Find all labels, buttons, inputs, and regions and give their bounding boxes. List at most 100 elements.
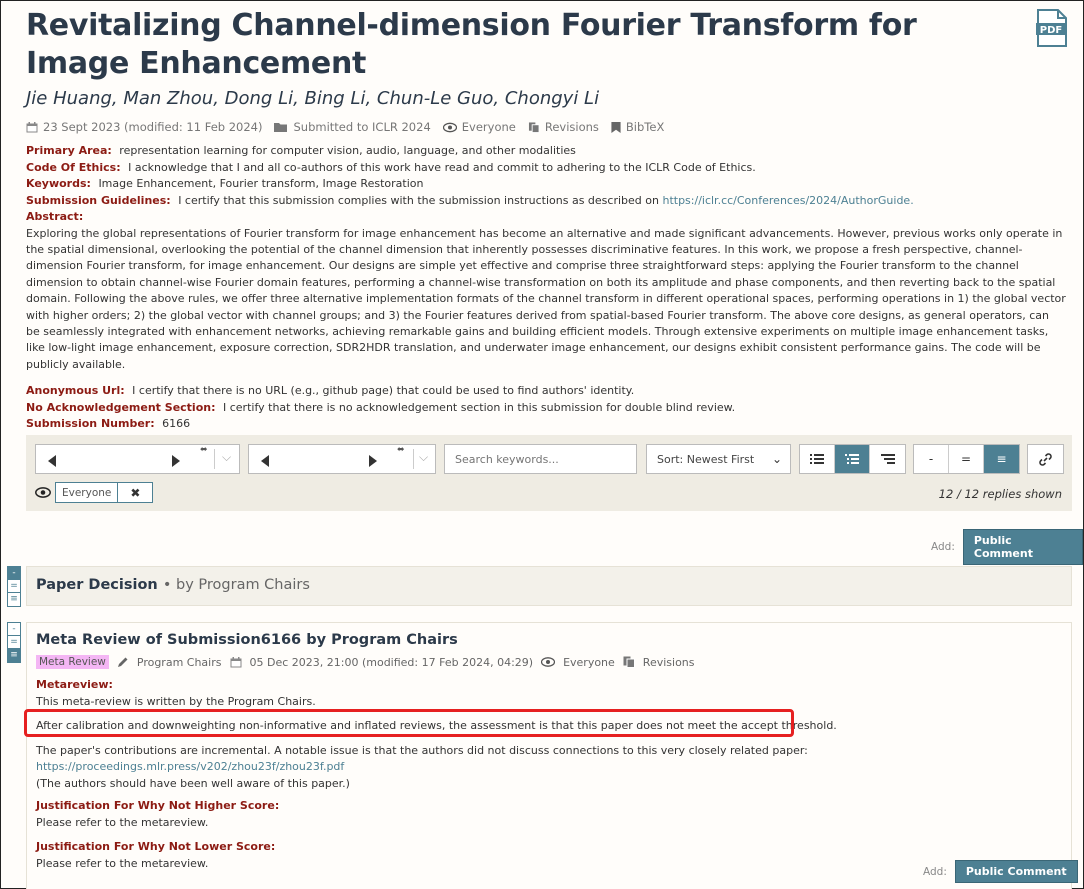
metareview-p4: (The authors should have been well aware… — [36, 776, 350, 790]
readers-chip-label: Everyone — [56, 483, 119, 502]
pencil-icon — [117, 657, 128, 667]
scroll-right-icon[interactable] — [369, 455, 377, 467]
field-keywords: Keywords: Image Enhancement, Fourier tra… — [26, 177, 424, 190]
remove-chip-icon[interactable]: ✖ — [118, 486, 152, 500]
folder-icon — [274, 122, 288, 132]
scroll-left-icon[interactable] — [48, 455, 56, 467]
chevron-down-icon: ⌄ — [771, 452, 782, 466]
chevron-down-icon[interactable]: ⌵ — [419, 450, 428, 465]
filter-bar: ⬌ ⌵ ⬌ ⌵ Sort: Newest First ⌄ — [26, 435, 1072, 511]
partial-expand-button[interactable]: = — [8, 636, 20, 649]
chevron-down-icon[interactable]: ⌵ — [222, 450, 231, 465]
lower-score-label: Justification For Why Not Lower Score: — [36, 840, 276, 853]
resize-icon: ⬌ — [200, 445, 208, 455]
threaded-view-button[interactable] — [835, 445, 870, 473]
meta-review-signature: Program Chairs — [136, 655, 222, 669]
pdf-icon[interactable]: PDF — [1036, 9, 1068, 47]
calendar-icon — [230, 656, 241, 667]
venue-meta: Submitted to ICLR 2024 — [274, 120, 431, 134]
replies-count: 12 / 12 replies shown — [938, 487, 1062, 501]
copy-link-group — [1027, 444, 1064, 474]
field-anonymous-url: Anonymous Url: I certify that there is n… — [26, 384, 635, 398]
date-meta: 23 Sept 2023 (modified: 11 Feb 2024) — [26, 120, 262, 134]
paper-title: Revitalizing Channel-dimension Fourier T… — [26, 8, 917, 81]
search-input[interactable] — [444, 444, 637, 474]
authors[interactable]: Jie Huang, Man Zhou, Dong Li, Bing Li, C… — [26, 88, 599, 109]
calendar-icon — [26, 121, 38, 132]
collapse-button[interactable]: - — [8, 623, 20, 636]
field-abstract-label: Abstract: — [26, 210, 84, 223]
collapse-button[interactable]: - — [914, 445, 949, 473]
add-label: Add: — [931, 541, 955, 553]
full-expand-button[interactable]: ≡ — [984, 445, 1019, 473]
meta-review-revisions-link[interactable]: Revisions — [643, 656, 695, 669]
metareview-label: Metareview: — [36, 678, 113, 691]
readers-filter-chip: Everyone ✖ — [55, 482, 154, 503]
higher-score-text: Please refer to the metareview. — [36, 815, 209, 829]
list-icon — [810, 454, 824, 464]
field-code-of-ethics: Code Of Ethics: I acknowledge that I and… — [26, 160, 756, 174]
paper-venue: Submitted to ICLR 2024 — [293, 120, 431, 134]
revisions-label: Revisions — [544, 120, 599, 134]
field-submission-guidelines: Submission Guidelines: I certify that th… — [26, 193, 914, 207]
nested-view-button[interactable] — [870, 445, 905, 473]
partial-expand-button[interactable]: = — [949, 445, 984, 473]
field-submission-number: Submission Number: 6166 — [26, 417, 191, 431]
eye-icon — [35, 487, 51, 498]
decision-title: Paper Decision — [36, 577, 158, 593]
related-paper-link[interactable]: https://proceedings.mlr.press/v202/zhou2… — [36, 760, 344, 773]
collapse-button[interactable]: - — [8, 567, 20, 580]
revisions-link[interactable]: Revisions — [528, 120, 599, 134]
paper-readers: Everyone — [461, 120, 516, 134]
paper-decision-note: Paper Decision • by Program Chairs — [26, 566, 1072, 606]
field-no-acknowledgement: No Acknowledgement Section: I certify th… — [26, 400, 736, 414]
threaded-icon — [845, 454, 859, 464]
paper-date: 23 Sept 2023 (modified: 11 Feb 2024) — [43, 120, 263, 134]
list-view-button[interactable] — [800, 445, 835, 473]
invitation-filter-select[interactable]: ⬌ ⌵ — [35, 444, 240, 474]
meta-review-title: Meta Review of Submission6166 by Program… — [36, 632, 458, 648]
resize-icon: ⬌ — [397, 445, 405, 455]
bibtex-link[interactable]: BibTeX — [611, 120, 664, 134]
highlight-box — [24, 709, 794, 737]
meta-review-body: Metareview: This meta-review is written … — [36, 677, 1066, 872]
public-comment-button[interactable]: Public Comment — [962, 529, 1083, 565]
full-expand-button[interactable]: ≡ — [8, 593, 20, 606]
decision-heading: Paper Decision • by Program Chairs — [36, 577, 310, 593]
scroll-left-icon[interactable] — [261, 455, 269, 467]
link-icon — [1039, 452, 1052, 466]
higher-score-label: Justification For Why Not Higher Score: — [36, 799, 280, 812]
copy-link-button[interactable] — [1028, 445, 1063, 473]
decision-by: by Program Chairs — [176, 577, 310, 593]
expand-toggle-group: - = ≡ — [913, 444, 1020, 474]
nested-icon — [880, 454, 895, 464]
partial-expand-button[interactable]: = — [8, 580, 20, 593]
signature-filter-select[interactable]: ⬌ ⌵ — [248, 444, 436, 474]
eye-icon — [442, 122, 457, 132]
metareview-p3: The paper's contributions are incrementa… — [36, 743, 808, 774]
collapse-controls-meta-review: - = ≡ — [7, 622, 21, 663]
copy-icon — [623, 656, 635, 668]
full-expand-button[interactable]: ≡ — [8, 649, 20, 662]
paper-meta: 23 Sept 2023 (modified: 11 Feb 2024) Sub… — [26, 120, 664, 134]
copy-icon — [528, 121, 540, 133]
bookmark-icon — [611, 121, 621, 133]
sort-select[interactable]: Sort: Newest First ⌄ — [646, 444, 791, 474]
scroll-right-icon[interactable] — [172, 455, 180, 467]
metareview-p1: This meta-review is written by the Progr… — [36, 694, 316, 708]
public-comment-button[interactable]: Public Comment — [954, 860, 1078, 883]
eye-icon — [541, 657, 556, 667]
paper-fields: Primary Area: representation learning fo… — [26, 143, 1066, 433]
sort-value: Sort: Newest First — [657, 453, 755, 466]
meta-review-date: 05 Dec 2023, 21:00 (modified: 17 Feb 202… — [249, 655, 534, 669]
readers-meta: Everyone — [442, 120, 516, 134]
meta-review-badge: Meta Review — [36, 655, 109, 669]
abstract-text: Exploring the global representations of … — [26, 226, 1066, 371]
add-row-bottom: Add: Public Comment — [923, 860, 1078, 883]
guidelines-link[interactable]: https://iclr.cc/Conferences/2024/AuthorG… — [662, 194, 913, 207]
layout-toggle-group — [799, 444, 906, 474]
meta-review-note: Meta Review of Submission6166 by Program… — [26, 622, 1072, 889]
add-label: Add: — [923, 865, 947, 878]
field-primary-area: Primary Area: representation learning fo… — [26, 144, 576, 157]
page: Revitalizing Channel-dimension Fourier T… — [0, 0, 1084, 889]
